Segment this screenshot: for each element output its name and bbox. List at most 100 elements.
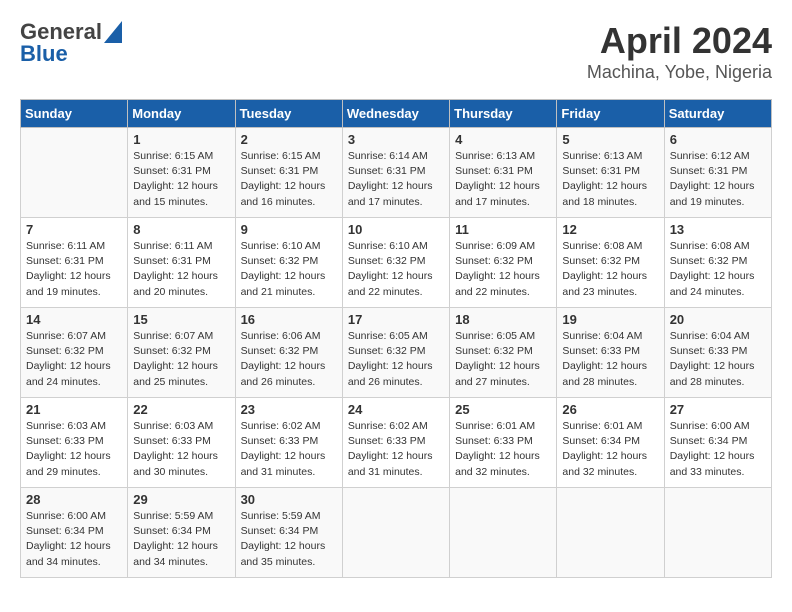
day-number: 21 [26, 402, 122, 417]
day-info: Sunrise: 6:08 AM Sunset: 6:32 PM Dayligh… [562, 239, 658, 300]
day-info: Sunrise: 6:02 AM Sunset: 6:33 PM Dayligh… [241, 419, 337, 480]
calendar-cell: 13 Sunrise: 6:08 AM Sunset: 6:32 PM Dayli… [664, 218, 771, 308]
day-number: 4 [455, 132, 551, 147]
calendar-cell: 17 Sunrise: 6:05 AM Sunset: 6:32 PM Dayli… [342, 308, 449, 398]
day-info: Sunrise: 6:13 AM Sunset: 6:31 PM Dayligh… [562, 149, 658, 210]
day-number: 25 [455, 402, 551, 417]
calendar-week-row: 28Sunrise: 6:00 AM Sunset: 6:34 PM Dayli… [21, 488, 772, 578]
calendar-cell: 22 Sunrise: 6:03 AM Sunset: 6:33 PM Dayli… [128, 398, 235, 488]
day-info: Sunrise: 6:15 AM Sunset: 6:31 PM Dayligh… [241, 149, 337, 210]
day-info: Sunrise: 6:04 AM Sunset: 6:33 PM Dayligh… [670, 329, 766, 390]
day-number: 23 [241, 402, 337, 417]
day-number: 18 [455, 312, 551, 327]
day-info: Sunrise: 6:09 AM Sunset: 6:32 PM Dayligh… [455, 239, 551, 300]
header-row: SundayMondayTuesdayWednesdayThursdayFrid… [21, 100, 772, 128]
calendar-cell [342, 488, 449, 578]
weekday-header: Saturday [664, 100, 771, 128]
day-number: 8 [133, 222, 229, 237]
calendar-cell [21, 128, 128, 218]
day-number: 14 [26, 312, 122, 327]
day-info: Sunrise: 6:06 AM Sunset: 6:32 PM Dayligh… [241, 329, 337, 390]
calendar-cell: 9Sunrise: 6:10 AM Sunset: 6:32 PM Daylig… [235, 218, 342, 308]
day-number: 5 [562, 132, 658, 147]
calendar-table: SundayMondayTuesdayWednesdayThursdayFrid… [20, 99, 772, 578]
calendar-cell [557, 488, 664, 578]
day-number: 29 [133, 492, 229, 507]
weekday-header: Sunday [21, 100, 128, 128]
calendar-cell: 27 Sunrise: 6:00 AM Sunset: 6:34 PM Dayli… [664, 398, 771, 488]
day-info: Sunrise: 6:07 AM Sunset: 6:32 PM Dayligh… [26, 329, 122, 390]
day-number: 10 [348, 222, 444, 237]
day-number: 26 [562, 402, 658, 417]
calendar-cell: 10 Sunrise: 6:10 AM Sunset: 6:32 PM Dayli… [342, 218, 449, 308]
day-info: Sunrise: 6:15 AM Sunset: 6:31 PM Dayligh… [133, 149, 229, 210]
day-number: 11 [455, 222, 551, 237]
day-info: Sunrise: 6:11 AM Sunset: 6:31 PM Dayligh… [26, 239, 122, 300]
day-number: 27 [670, 402, 766, 417]
day-info: Sunrise: 6:01 AM Sunset: 6:33 PM Dayligh… [455, 419, 551, 480]
day-info: Sunrise: 6:05 AM Sunset: 6:32 PM Dayligh… [455, 329, 551, 390]
day-number: 12 [562, 222, 658, 237]
calendar-cell: 21 Sunrise: 6:03 AM Sunset: 6:33 PM Dayli… [21, 398, 128, 488]
month-title: April 2024 [587, 20, 772, 62]
day-info: Sunrise: 6:10 AM Sunset: 6:32 PM Dayligh… [348, 239, 444, 300]
day-info: Sunrise: 6:03 AM Sunset: 6:33 PM Dayligh… [26, 419, 122, 480]
day-number: 3 [348, 132, 444, 147]
calendar-cell: 23 Sunrise: 6:02 AM Sunset: 6:33 PM Dayli… [235, 398, 342, 488]
day-number: 6 [670, 132, 766, 147]
calendar-cell: 20 Sunrise: 6:04 AM Sunset: 6:33 PM Dayli… [664, 308, 771, 398]
calendar-cell: 4Sunrise: 6:13 AM Sunset: 6:31 PM Daylig… [450, 128, 557, 218]
weekday-header: Thursday [450, 100, 557, 128]
day-number: 17 [348, 312, 444, 327]
calendar-cell: 11 Sunrise: 6:09 AM Sunset: 6:32 PM Dayli… [450, 218, 557, 308]
calendar-cell: 29Sunrise: 5:59 AM Sunset: 6:34 PM Dayli… [128, 488, 235, 578]
calendar-header: SundayMondayTuesdayWednesdayThursdayFrid… [21, 100, 772, 128]
logo-blue: Blue [20, 42, 68, 66]
calendar-cell: 28Sunrise: 6:00 AM Sunset: 6:34 PM Dayli… [21, 488, 128, 578]
calendar-week-row: 7 Sunrise: 6:11 AM Sunset: 6:31 PM Daylig… [21, 218, 772, 308]
day-number: 15 [133, 312, 229, 327]
day-info: Sunrise: 6:12 AM Sunset: 6:31 PM Dayligh… [670, 149, 766, 210]
page-header: General Blue April 2024 Machina, Yobe, N… [20, 20, 772, 83]
calendar-cell: 15 Sunrise: 6:07 AM Sunset: 6:32 PM Dayli… [128, 308, 235, 398]
day-info: Sunrise: 6:07 AM Sunset: 6:32 PM Dayligh… [133, 329, 229, 390]
day-number: 19 [562, 312, 658, 327]
day-number: 16 [241, 312, 337, 327]
calendar-cell [450, 488, 557, 578]
day-info: Sunrise: 6:04 AM Sunset: 6:33 PM Dayligh… [562, 329, 658, 390]
day-number: 1 [133, 132, 229, 147]
calendar-cell: 25 Sunrise: 6:01 AM Sunset: 6:33 PM Dayli… [450, 398, 557, 488]
calendar-week-row: 21 Sunrise: 6:03 AM Sunset: 6:33 PM Dayli… [21, 398, 772, 488]
calendar-cell: 12 Sunrise: 6:08 AM Sunset: 6:32 PM Dayli… [557, 218, 664, 308]
calendar-cell: 26Sunrise: 6:01 AM Sunset: 6:34 PM Dayli… [557, 398, 664, 488]
weekday-header: Tuesday [235, 100, 342, 128]
day-number: 22 [133, 402, 229, 417]
title-block: April 2024 Machina, Yobe, Nigeria [587, 20, 772, 83]
weekday-header: Friday [557, 100, 664, 128]
day-number: 9 [241, 222, 337, 237]
day-info: Sunrise: 6:00 AM Sunset: 6:34 PM Dayligh… [670, 419, 766, 480]
day-number: 13 [670, 222, 766, 237]
weekday-header: Wednesday [342, 100, 449, 128]
calendar-body: 1 Sunrise: 6:15 AM Sunset: 6:31 PM Daylig… [21, 128, 772, 578]
day-number: 28 [26, 492, 122, 507]
calendar-cell: 18 Sunrise: 6:05 AM Sunset: 6:32 PM Dayli… [450, 308, 557, 398]
calendar-cell: 19 Sunrise: 6:04 AM Sunset: 6:33 PM Dayli… [557, 308, 664, 398]
day-info: Sunrise: 6:05 AM Sunset: 6:32 PM Dayligh… [348, 329, 444, 390]
calendar-cell: 14 Sunrise: 6:07 AM Sunset: 6:32 PM Dayli… [21, 308, 128, 398]
calendar-cell: 5 Sunrise: 6:13 AM Sunset: 6:31 PM Daylig… [557, 128, 664, 218]
calendar-cell: 1 Sunrise: 6:15 AM Sunset: 6:31 PM Daylig… [128, 128, 235, 218]
day-info: Sunrise: 6:11 AM Sunset: 6:31 PM Dayligh… [133, 239, 229, 300]
day-info: Sunrise: 5:59 AM Sunset: 6:34 PM Dayligh… [241, 509, 337, 570]
day-number: 7 [26, 222, 122, 237]
calendar-cell [664, 488, 771, 578]
logo-triangle-icon [104, 21, 122, 43]
logo: General Blue [20, 20, 122, 66]
day-info: Sunrise: 6:03 AM Sunset: 6:33 PM Dayligh… [133, 419, 229, 480]
calendar-cell: 7 Sunrise: 6:11 AM Sunset: 6:31 PM Daylig… [21, 218, 128, 308]
day-info: Sunrise: 6:08 AM Sunset: 6:32 PM Dayligh… [670, 239, 766, 300]
day-number: 20 [670, 312, 766, 327]
calendar-cell: 2Sunrise: 6:15 AM Sunset: 6:31 PM Daylig… [235, 128, 342, 218]
weekday-header: Monday [128, 100, 235, 128]
calendar-week-row: 1 Sunrise: 6:15 AM Sunset: 6:31 PM Daylig… [21, 128, 772, 218]
